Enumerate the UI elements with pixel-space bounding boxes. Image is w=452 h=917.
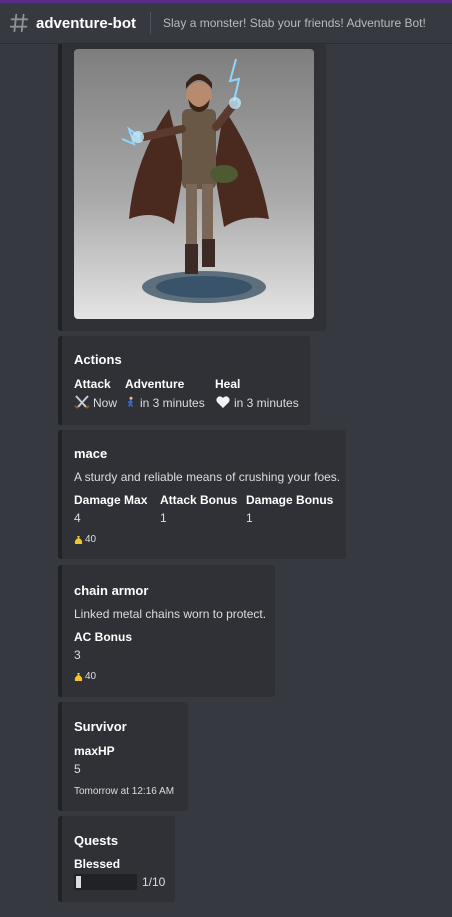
heal-label: Heal [215, 377, 241, 391]
damage-max-label: Damage Max [74, 493, 148, 507]
attack-bonus-value: 1 [160, 511, 167, 525]
walking-person-icon [127, 396, 134, 407]
survivor-embed: Survivor maxHP 5 Tomorrow at 12:16 AM [58, 702, 188, 811]
quest-progress-bar [74, 874, 137, 890]
quest-progress-fill [76, 876, 81, 888]
chain-armor-cost-value: 40 [85, 671, 97, 682]
hashtag-icon [9, 13, 29, 33]
attack-status-text: Now [93, 396, 118, 410]
max-hp-value: 5 [74, 762, 81, 776]
adventure-status: in 3 minutes [125, 395, 205, 410]
character-portrait-image[interactable] [74, 49, 314, 319]
attack-bonus-label: Attack Bonus [160, 493, 238, 507]
character-image-embed [58, 44, 326, 331]
chain-armor-cost: 40 [74, 671, 96, 682]
attack-status: Now [74, 395, 117, 410]
heal-status: in 3 minutes [215, 395, 299, 410]
header-divider [150, 12, 152, 34]
chain-armor-description: Linked metal chains worn to protect. [74, 607, 267, 621]
channel-header: adventure-bot Slay a monster! Stab your … [0, 3, 452, 44]
actions-embed: Actions Attack Now Adventure in 3 minute… [58, 336, 310, 425]
chain-armor-embed: chain armor Linked metal chains worn to … [58, 565, 275, 697]
survivor-timestamp: Tomorrow at 12:16 AM [74, 786, 175, 797]
chain-armor-title: chain armor [74, 583, 149, 598]
adventure-label: Adventure [125, 377, 185, 391]
quests-embed: Quests Blessed 1/10 [58, 816, 175, 902]
channel-topic[interactable]: Slay a monster! Stab your friends! Adven… [163, 16, 426, 30]
max-hp-label: maxHP [74, 744, 115, 758]
mace-embed: mace A sturdy and reliable means of crus… [58, 430, 346, 559]
survivor-title: Survivor [74, 719, 127, 734]
quests-title: Quests [74, 833, 119, 848]
channel-name[interactable]: adventure-bot [36, 15, 136, 32]
actions-title: Actions [74, 352, 122, 367]
quest-progress-text: 1/10 [142, 875, 166, 889]
damage-bonus-label: Damage Bonus [246, 493, 334, 507]
mace-title: mace [74, 446, 108, 461]
quest-blessed-label: Blessed [74, 857, 121, 871]
ac-bonus-label: AC Bonus [74, 630, 132, 644]
mace-cost-value: 40 [85, 534, 97, 545]
attack-label: Attack [74, 377, 111, 391]
damage-max-value: 4 [74, 511, 81, 525]
money-bag-icon [74, 535, 83, 544]
white-heart-icon [216, 396, 230, 408]
mace-cost: 40 [74, 534, 96, 545]
mace-description: A sturdy and reliable means of crushing … [74, 470, 341, 484]
money-bag-icon [74, 672, 83, 681]
ac-bonus-value: 3 [74, 648, 81, 662]
heal-status-text: in 3 minutes [234, 396, 299, 410]
damage-bonus-value: 1 [246, 511, 253, 525]
adventure-status-text: in 3 minutes [140, 396, 205, 410]
crossed-swords-icon [74, 395, 90, 409]
